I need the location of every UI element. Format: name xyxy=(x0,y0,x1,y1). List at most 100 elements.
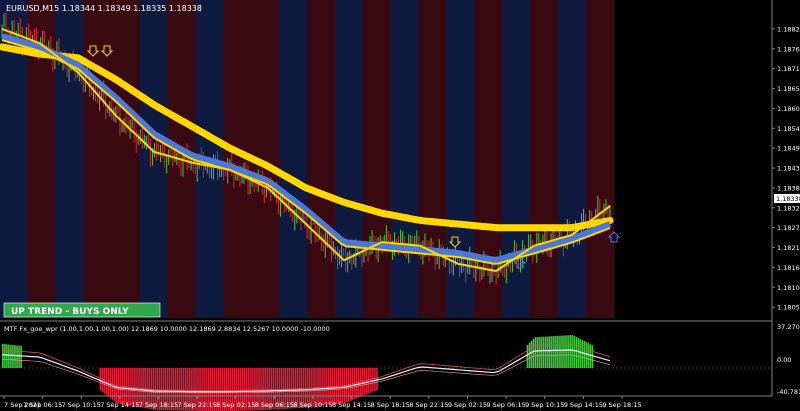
trading-chart-window: EURUSD,M15 1.18344 1.18349 1.18335 1.183… xyxy=(0,0,800,411)
indicator-bar-184 xyxy=(376,368,378,391)
indicator-bar-281 xyxy=(573,335,575,368)
indicator-tick-label-1: 0.00 xyxy=(777,356,791,364)
indicator-bar-289 xyxy=(589,344,592,368)
indicator-bar-262 xyxy=(534,337,537,368)
indicator-bar-282 xyxy=(575,336,578,368)
indicator-bar-276 xyxy=(563,335,565,368)
time-tick-label-15: 9 Sep 14:15 xyxy=(564,401,603,409)
indicator-bar-182 xyxy=(372,368,374,392)
band-2 xyxy=(55,0,85,318)
indicator-bar-265 xyxy=(540,336,543,368)
time-tick-label-16: 9 Sep 18:15 xyxy=(602,401,641,409)
band-21 xyxy=(586,0,615,318)
indicator-bar-283 xyxy=(577,337,580,368)
indicator-bar-5 xyxy=(12,344,14,368)
indicator-bar-288 xyxy=(587,343,590,368)
time-tick-label-5: 7 Sep 22:15 xyxy=(177,401,216,409)
trend-bands xyxy=(0,0,615,318)
time-tick-label-7: 8 Sep 06:15 xyxy=(255,401,294,409)
indicator-bar-277 xyxy=(565,335,567,368)
price-tick-label-1: 1.18765 xyxy=(777,45,800,53)
indicator-bar-261 xyxy=(532,338,535,368)
band-5 xyxy=(139,0,168,318)
current-price-text: 1.18338 xyxy=(776,195,800,203)
indicator-bar-287 xyxy=(585,342,588,368)
indicator-bar-278 xyxy=(567,335,569,368)
time-tick-label-14: 9 Sep 10:15 xyxy=(525,401,564,409)
band-3 xyxy=(83,0,113,318)
indicator-bar-270 xyxy=(551,336,553,368)
price-tick-label-2: 1.18710 xyxy=(777,65,800,73)
indicator-bar-275 xyxy=(561,335,563,368)
price-plot[interactable] xyxy=(0,0,621,318)
indicator-bar-177 xyxy=(361,368,364,396)
indicator-bar-258 xyxy=(526,344,529,368)
time-tick-label-11: 8 Sep 22:15 xyxy=(409,401,448,409)
time-tick-label-12: 9 Sep 02:15 xyxy=(448,401,487,409)
indicator-bar-286 xyxy=(583,341,586,368)
price-tick-label-9: 1.18325 xyxy=(777,204,800,212)
indicator-bar-280 xyxy=(571,335,573,368)
indicator-bar-274 xyxy=(559,335,561,368)
band-15 xyxy=(418,0,448,318)
time-tick-label-3: 7 Sep 14:15 xyxy=(100,401,139,409)
indicator-bar-4 xyxy=(10,344,12,368)
band-14 xyxy=(390,0,420,318)
price-tick-label-4: 1.18600 xyxy=(777,105,800,113)
price-tick-label-14: 1.18050 xyxy=(777,304,800,312)
indicator-bar-179 xyxy=(365,368,368,395)
trend-banner-text: UP TREND - BUYS ONLY xyxy=(11,307,129,317)
band-11 xyxy=(307,0,336,318)
indicator-bar-266 xyxy=(542,336,545,368)
indicator-bar-284 xyxy=(579,338,582,368)
indicator-bar-273 xyxy=(557,335,559,368)
indicator-bar-63 xyxy=(130,368,132,406)
price-tick-label-10: 1.18270 xyxy=(777,224,800,232)
price-tick-label-7: 1.18435 xyxy=(777,165,800,173)
indicator-bar-268 xyxy=(546,336,549,368)
price-tick-label-6: 1.18490 xyxy=(777,145,800,153)
indicator-bar-9 xyxy=(20,345,22,368)
price-tick-label-0: 1.18820 xyxy=(777,25,800,33)
time-tick-label-1: 7 Sep 06:15 xyxy=(23,401,62,409)
indicator-bar-1 xyxy=(4,344,6,368)
indicator-bar-279 xyxy=(569,335,571,368)
price-tick-label-8: 1.18380 xyxy=(777,184,800,192)
band-13 xyxy=(362,0,392,318)
indicator-bar-271 xyxy=(553,336,555,368)
time-tick-label-9: 8 Sep 14:15 xyxy=(332,401,371,409)
indicator-bar-183 xyxy=(374,368,376,391)
indicator-tick-label-0: 37.2709 xyxy=(777,323,800,331)
price-tick-label-12: 1.18160 xyxy=(777,264,800,272)
time-tick-label-10: 8 Sep 18:15 xyxy=(371,401,410,409)
indicator-tick-label-2: -40.7811 xyxy=(777,388,800,396)
indicator-bar-175 xyxy=(357,368,360,398)
indicator-bar-269 xyxy=(548,336,551,368)
band-4 xyxy=(111,0,141,318)
indicator-bar-264 xyxy=(538,336,541,368)
indicator-bar-178 xyxy=(363,368,366,396)
band-12 xyxy=(334,0,364,318)
indicator-label: MTF Fx_goe_wpr (1.00,1.00,1.00,1.00) 12.… xyxy=(4,325,330,333)
price-axis: 1.18820 1.18765 1.18710 1.18655 1.18600 1.185… xyxy=(772,25,800,312)
indicator-bar-272 xyxy=(555,335,557,368)
indicator-bar-8 xyxy=(18,345,20,368)
indicator-bar-290 xyxy=(591,345,594,368)
ohlc-readout: 1.18344 1.18349 1.18335 1.18338 xyxy=(62,4,202,13)
band-20 xyxy=(558,0,587,318)
indicator-bar-62 xyxy=(128,368,130,406)
time-tick-label-13: 9 Sep 06:15 xyxy=(486,401,525,409)
indicator-bar-176 xyxy=(359,368,362,397)
symbol-title: EURUSD,M15 xyxy=(6,4,59,13)
indicator-bar-2 xyxy=(6,344,8,368)
time-tick-label-2: 7 Sep 10:15 xyxy=(62,401,101,409)
indicator-bar-260 xyxy=(530,340,533,368)
time-tick-label-8: 8 Sep 10:15 xyxy=(293,401,332,409)
indicator-bar-6 xyxy=(14,345,16,368)
indicator-bar-3 xyxy=(8,344,10,368)
indicator-bar-267 xyxy=(544,336,547,368)
price-tick-label-13: 1.18105 xyxy=(777,284,800,292)
time-tick-label-4: 7 Sep 18:15 xyxy=(139,401,178,409)
indicator-bar-0 xyxy=(2,343,4,368)
indicator-bar-263 xyxy=(536,337,539,368)
